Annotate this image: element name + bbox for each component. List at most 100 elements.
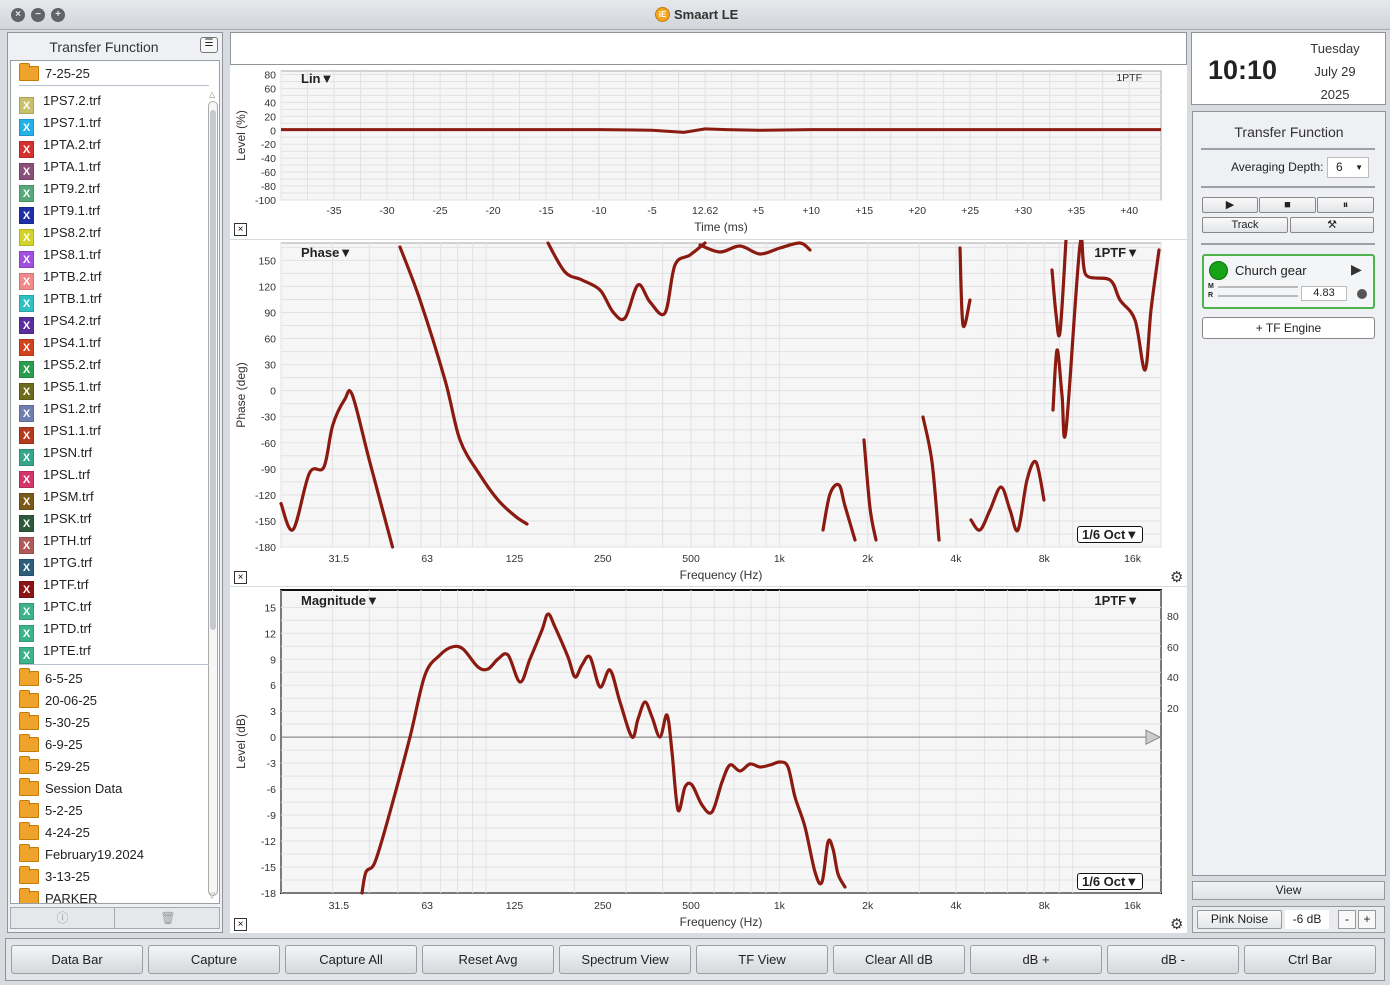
- add-tf-engine-button[interactable]: + TF Engine: [1202, 317, 1375, 339]
- engine-play-icon[interactable]: ▶: [1351, 261, 1362, 278]
- y-tick-label: 20: [264, 111, 276, 123]
- close-magnitude-plot-icon[interactable]: ×: [234, 918, 247, 931]
- scroll-up-icon[interactable]: △: [209, 90, 215, 99]
- file-item-1pte-trf[interactable]: X 1PTE.trf: [19, 640, 91, 664]
- close-window-icon[interactable]: ×: [11, 8, 25, 22]
- file-item-1ps5-2-trf[interactable]: X 1PS5.2.trf: [19, 354, 101, 378]
- file-item-1ps4-1-trf[interactable]: X 1PS4.1.trf: [19, 332, 101, 356]
- folder-item-5-30-25[interactable]: 5-30-25: [19, 712, 90, 734]
- file-item-1pta-1-trf[interactable]: X 1PTA.1.trf: [19, 156, 101, 180]
- sidebar-menu-icon[interactable]: ☰: [200, 37, 218, 53]
- spectrum-view-button[interactable]: Spectrum View: [559, 945, 691, 974]
- file-item-1ps4-2-trf[interactable]: X 1PS4.2.trf: [19, 310, 101, 334]
- db-button[interactable]: dB -: [1107, 945, 1239, 974]
- magnitude-settings-gear-icon[interactable]: ⚙: [1170, 915, 1183, 933]
- pink-noise-button[interactable]: Pink Noise: [1197, 910, 1282, 929]
- ctrl-bar-button[interactable]: Ctrl Bar: [1244, 945, 1376, 974]
- track-button[interactable]: Track: [1202, 217, 1288, 233]
- y-right-tick-label: 80: [1167, 611, 1179, 623]
- sidebar-footer: ⓘ 🗑: [10, 907, 220, 929]
- folder-item-20-06-25[interactable]: 20-06-25: [19, 690, 97, 712]
- close-impulse-plot-icon[interactable]: ×: [234, 223, 247, 236]
- file-item-1pth-trf[interactable]: X 1PTH.trf: [19, 530, 91, 554]
- file-item-1pta-2-trf[interactable]: X 1PTA.2.trf: [19, 134, 101, 158]
- file-item-1ps8-2-trf[interactable]: X 1PS8.2.trf: [19, 222, 101, 246]
- current-folder[interactable]: 7-25-25: [19, 63, 90, 85]
- file-item-1ptd-trf[interactable]: X 1PTD.trf: [19, 618, 91, 642]
- folder-item-february19-2024[interactable]: February19.2024: [19, 844, 144, 866]
- y-axis-label: Phase (deg): [234, 362, 248, 427]
- folder-item-parker[interactable]: PARKER: [19, 888, 98, 903]
- file-item-1pt9-2-trf[interactable]: X 1PT9.2.trf: [19, 178, 100, 202]
- file-item-1ps8-1-trf[interactable]: X 1PS8.1.trf: [19, 244, 101, 268]
- file-item-1ps5-1-trf[interactable]: X 1PS5.1.trf: [19, 376, 101, 400]
- phase-smoothing-select[interactable]: 1/6 Oct▼: [1077, 526, 1144, 543]
- engine-name: Church gear: [1235, 263, 1307, 278]
- folder-icon: [19, 866, 39, 884]
- scroll-down-icon[interactable]: ▽: [209, 891, 215, 900]
- scrollbar-thumb[interactable]: [210, 110, 216, 630]
- y-tick-label: -100: [255, 195, 276, 207]
- folder-item-3-13-25[interactable]: 3-13-25: [19, 866, 90, 888]
- x-tick-label: -10: [591, 205, 606, 217]
- file-item-1ptf-trf[interactable]: X 1PTF.trf: [19, 574, 89, 598]
- scrollbar[interactable]: [208, 101, 218, 896]
- folder-item-session-data[interactable]: Session Data: [19, 778, 122, 800]
- reset-avg-button[interactable]: Reset Avg: [422, 945, 554, 974]
- file-browser[interactable]: 7-25-25 △ ▽ X 1PS7.2.trf X 1PS7.1.trf X 1PTA.…: [10, 60, 220, 904]
- y-tick-label: 30: [264, 360, 276, 372]
- file-item-1ptb-2-trf[interactable]: X 1PTB.2.trf: [19, 266, 102, 290]
- clear-all-db-button[interactable]: Clear All dB: [833, 945, 965, 974]
- file-item-1psm-trf[interactable]: X 1PSM.trf: [19, 486, 94, 510]
- folder-item-6-5-25[interactable]: 6-5-25: [19, 668, 83, 690]
- zoom-window-icon[interactable]: +: [51, 8, 65, 22]
- folder-item-4-24-25[interactable]: 4-24-25: [19, 822, 90, 844]
- data-bar-button[interactable]: Data Bar: [11, 945, 143, 974]
- phase-plot[interactable]: 150 120 90 60 30 0 -30 -60 -90 -120 -150 -180 31.5 63…: [230, 240, 1187, 586]
- x-axis-label: Frequency (Hz): [680, 915, 763, 929]
- tf-view-button[interactable]: TF View: [696, 945, 828, 974]
- file-item-1ps7-2-trf[interactable]: X 1PS7.2.trf: [19, 90, 101, 114]
- pause-button[interactable]: ⏸: [1317, 197, 1374, 213]
- file-item-1ptg-trf[interactable]: X 1PTG.trf: [19, 552, 92, 576]
- file-name: 1PT9.1.trf: [43, 203, 101, 218]
- file-item-1pt9-1-trf[interactable]: X 1PT9.1.trf: [19, 200, 101, 224]
- folder-item-5-29-25[interactable]: 5-29-25: [19, 756, 90, 778]
- folder-item-5-2-25[interactable]: 5-2-25: [19, 800, 83, 822]
- view-button[interactable]: View: [1192, 881, 1385, 900]
- file-name: 1PTA.1.trf: [43, 159, 101, 174]
- file-item-1ps1-2-trf[interactable]: X 1PS1.2.trf: [19, 398, 101, 422]
- noise-level-minus-button[interactable]: -: [1338, 910, 1356, 929]
- close-phase-plot-icon[interactable]: ×: [234, 571, 247, 584]
- info-icon[interactable]: ⓘ: [11, 908, 115, 928]
- engine-delay-value[interactable]: 4.83: [1301, 286, 1347, 301]
- phase-plot-area: [280, 242, 1162, 548]
- capture-all-button[interactable]: Capture All: [285, 945, 417, 974]
- play-button[interactable]: ▶: [1202, 197, 1258, 213]
- file-item-1ps7-1-trf[interactable]: X 1PS7.1.trf: [19, 112, 101, 136]
- file-item-1ptc-trf[interactable]: X 1PTC.trf: [19, 596, 91, 620]
- phase-settings-gear-icon[interactable]: ⚙: [1170, 568, 1183, 586]
- averaging-select[interactable]: 6 ▼: [1327, 157, 1369, 178]
- trash-icon[interactable]: 🗑: [116, 908, 220, 928]
- tools-button[interactable]: ⚒: [1290, 217, 1374, 233]
- engine-status-led[interactable]: [1209, 261, 1228, 280]
- noise-level-plus-button[interactable]: +: [1358, 910, 1376, 929]
- magnitude-smoothing-select[interactable]: 1/6 Oct▼: [1077, 873, 1144, 890]
- measurement-engine[interactable]: Church gear ▶ M R 4.83: [1202, 254, 1375, 309]
- file-item-1ptb-1-trf[interactable]: X 1PTB.1.trf: [19, 288, 102, 312]
- db-button[interactable]: dB +: [970, 945, 1102, 974]
- file-item-1psk-trf[interactable]: X 1PSK.trf: [19, 508, 91, 532]
- stop-button[interactable]: ■: [1259, 197, 1316, 213]
- y-tick-label: -3: [267, 758, 276, 770]
- file-item-1psl-trf[interactable]: X 1PSL.trf: [19, 464, 90, 488]
- impulse-plot-area: [280, 70, 1162, 201]
- impulse-response-plot[interactable]: 80 60 40 20 0 -20 -40 -60 -80 -100 -35 -30 -25 -20 -15…: [230, 65, 1187, 239]
- file-item-1ps1-1-trf[interactable]: X 1PS1.1.trf: [19, 420, 101, 444]
- file-item-1psn-trf[interactable]: X 1PSN.trf: [19, 442, 92, 466]
- capture-button[interactable]: Capture: [148, 945, 280, 974]
- magnitude-plot[interactable]: 15 12 9 6 3 0 -3 -6 -9 -12 -15 -18 80 60 40 20 31.5 63 125…: [230, 587, 1187, 933]
- minimize-window-icon[interactable]: −: [31, 8, 45, 22]
- record-icon[interactable]: [1357, 289, 1367, 299]
- folder-item-6-9-25[interactable]: 6-9-25: [19, 734, 83, 756]
